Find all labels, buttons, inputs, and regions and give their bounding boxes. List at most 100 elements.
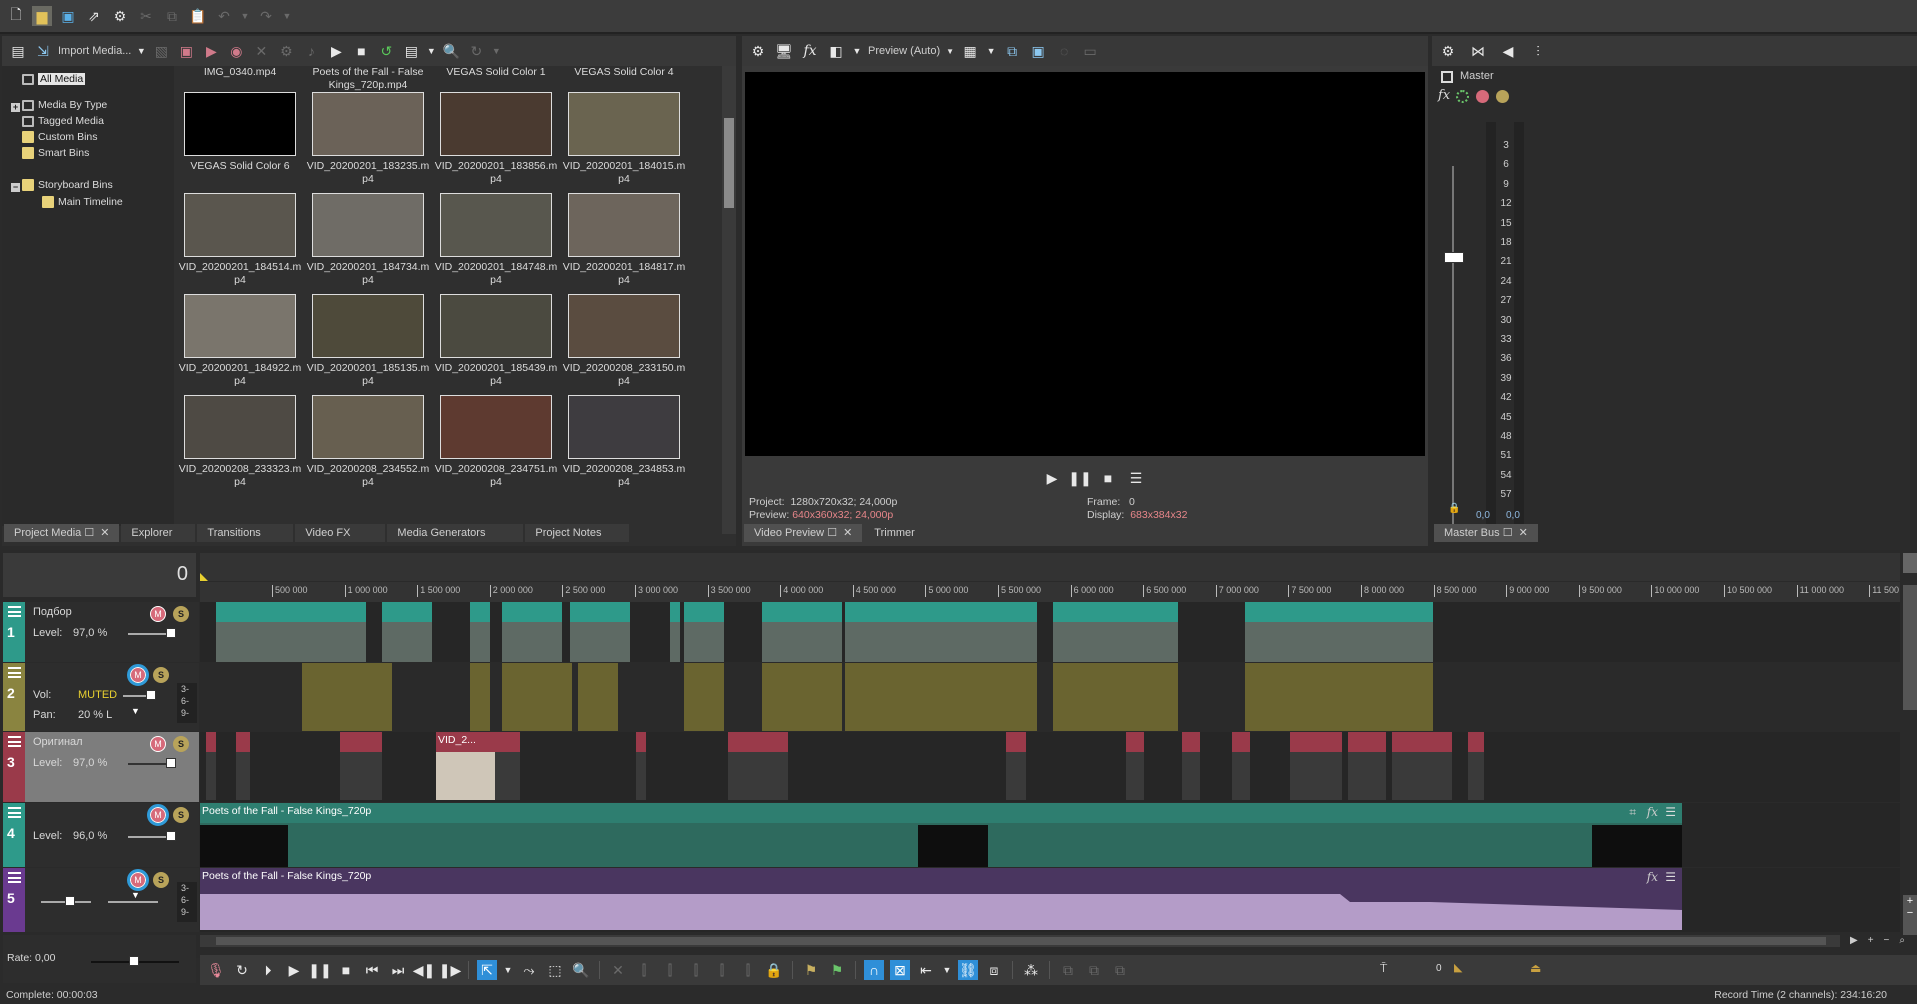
loop-marker-icon[interactable] bbox=[200, 573, 208, 581]
go-to-start-icon[interactable]: ⏮ bbox=[362, 960, 382, 980]
video-event[interactable] bbox=[502, 602, 562, 662]
previous-frame-icon[interactable]: ◀❚ bbox=[413, 960, 436, 980]
mute-icon[interactable]: M bbox=[150, 606, 166, 622]
delete-icon[interactable]: ✕ bbox=[608, 960, 628, 980]
track-header-2[interactable]: 2 M S Vol: MUTED Pan: 20 % L ▼ 3- 6- 9- bbox=[3, 663, 199, 731]
track-lane-3[interactable]: VID_2... bbox=[200, 732, 1900, 802]
group-icon[interactable]: ⁂ bbox=[1021, 960, 1041, 980]
dim-output-icon[interactable]: ◀ bbox=[1498, 41, 1518, 61]
pause-icon[interactable]: ❚❚ bbox=[308, 960, 331, 980]
timeline-hscroll[interactable] bbox=[200, 935, 1840, 947]
media-fx-icon[interactable]: ⚙ bbox=[276, 41, 296, 61]
track-name[interactable]: Оригинал bbox=[33, 736, 83, 748]
track-menu-icon[interactable] bbox=[8, 606, 21, 617]
audio-event[interactable] bbox=[684, 663, 724, 731]
media-item-label[interactable]: VID_20200208_234751.mp4 bbox=[432, 463, 560, 489]
get-media-icon[interactable]: ▣ bbox=[176, 41, 196, 61]
copy-snapshot-icon[interactable]: ⧉ bbox=[1002, 41, 1022, 61]
new-file-icon[interactable]: 🗋 bbox=[6, 6, 26, 26]
audio-event[interactable] bbox=[1053, 663, 1178, 731]
video-event[interactable] bbox=[670, 602, 680, 662]
horizontal-zoom[interactable]: ▶ + − ⌕ bbox=[1850, 935, 1917, 947]
media-thumbnail[interactable] bbox=[312, 193, 424, 257]
media-thumbnail[interactable] bbox=[312, 92, 424, 156]
pause-icon[interactable]: ❚❚ bbox=[1068, 468, 1091, 488]
play-icon[interactable]: ▶ bbox=[284, 960, 304, 980]
clip-menu-icon[interactable]: ☰ bbox=[1665, 870, 1676, 884]
play-from-start-icon[interactable]: ⏵ bbox=[258, 960, 278, 980]
media-grid-scrollbar[interactable] bbox=[722, 66, 736, 534]
auto-preview-icon[interactable]: ♪ bbox=[301, 41, 321, 61]
cut-icon[interactable]: ✂ bbox=[136, 6, 156, 26]
video-event[interactable] bbox=[570, 602, 630, 662]
loop-start-icon[interactable]: ◣ bbox=[1454, 961, 1462, 974]
play-icon[interactable]: ▶ bbox=[1042, 468, 1062, 488]
video-event[interactable] bbox=[684, 602, 724, 662]
video-preview-screen[interactable] bbox=[745, 72, 1425, 456]
video-event[interactable] bbox=[762, 602, 842, 662]
insert-region-icon[interactable]: ⚑ bbox=[827, 960, 847, 980]
tree-item-storyboard-bins[interactable]: Storyboard Bins bbox=[22, 177, 113, 193]
media-item-label[interactable]: VID_20200201_184817.mp4 bbox=[560, 261, 688, 287]
solo-icon[interactable]: S bbox=[153, 667, 169, 683]
video-event[interactable] bbox=[216, 602, 366, 662]
tree-item-all-media[interactable]: All Media bbox=[22, 71, 86, 87]
tree-item-tagged-media[interactable]: Tagged Media bbox=[22, 113, 104, 129]
record-icon[interactable]: 🎙 bbox=[206, 960, 226, 980]
redo-icon[interactable]: ↷ bbox=[256, 6, 276, 26]
edit-tool-dropdown-icon[interactable]: ▼ bbox=[503, 960, 513, 980]
rate-slider-knob[interactable] bbox=[129, 956, 139, 966]
mixer-icon[interactable]: ⫶ bbox=[1528, 41, 1548, 61]
auto-crossfade-icon[interactable]: ⊠ bbox=[890, 960, 910, 980]
media-item-label[interactable]: VID_20200201_185439.mp4 bbox=[432, 362, 560, 388]
video-event[interactable] bbox=[1468, 732, 1484, 800]
media-item-label[interactable]: VID_20200201_185135.mp4 bbox=[304, 362, 432, 388]
loop-end-icon[interactable]: ⏏ bbox=[1530, 961, 1541, 975]
media-item-label[interactable]: VEGAS Solid Color 6 bbox=[176, 160, 304, 173]
lock-icon[interactable]: 🔒 bbox=[1448, 503, 1460, 514]
capture-video-icon[interactable]: ▶ bbox=[201, 41, 221, 61]
video-event[interactable] bbox=[1392, 732, 1452, 800]
track-menu-icon[interactable] bbox=[8, 667, 21, 678]
media-item-label[interactable]: VID_20200201_184922.mp4 bbox=[176, 362, 304, 388]
tab-video-preview[interactable]: Video Preview ☐ ✕ bbox=[744, 524, 863, 542]
multicam-icon[interactable]: ⧉ bbox=[1058, 960, 1078, 980]
media-thumbnail[interactable] bbox=[184, 395, 296, 459]
tab-transitions[interactable]: Transitions bbox=[197, 524, 294, 542]
media-thumbnail[interactable] bbox=[568, 193, 680, 257]
media-item-label[interactable]: VID_20200208_234552.mp4 bbox=[304, 463, 432, 489]
go-to-end-icon[interactable]: ⏭ bbox=[388, 960, 408, 980]
fade-icon[interactable]: ⧉ bbox=[1110, 960, 1130, 980]
media-thumbnail[interactable] bbox=[440, 193, 552, 257]
video-event[interactable] bbox=[636, 732, 646, 800]
stop-icon[interactable]: ■ bbox=[1098, 468, 1118, 488]
media-properties-icon[interactable]: ▤ bbox=[8, 41, 28, 61]
save-as-icon[interactable]: ⇗ bbox=[84, 6, 104, 26]
solo-icon[interactable] bbox=[1496, 90, 1509, 103]
media-thumbnail[interactable] bbox=[184, 294, 296, 358]
close-icon[interactable]: ✕ bbox=[843, 527, 852, 539]
media-thumbnail[interactable] bbox=[568, 294, 680, 358]
next-frame-icon[interactable]: ❚▶ bbox=[439, 960, 462, 980]
media-thumbnail[interactable] bbox=[440, 294, 552, 358]
master-fader-track[interactable] bbox=[1452, 166, 1454, 526]
level-slider-knob[interactable] bbox=[166, 628, 176, 638]
play-icon[interactable]: ▶ bbox=[326, 41, 346, 61]
tree-item-media-by-type[interactable]: Media By Type bbox=[22, 97, 107, 113]
slip-icon[interactable]: ⫿ bbox=[738, 960, 758, 980]
mute-icon[interactable]: M bbox=[127, 664, 149, 686]
solo-icon[interactable]: S bbox=[173, 807, 189, 823]
track-lane-2[interactable] bbox=[200, 663, 1900, 731]
undo-dropdown-icon[interactable]: ▼ bbox=[240, 6, 250, 26]
media-item-label[interactable]: VEGAS Solid Color 1 bbox=[432, 66, 560, 79]
audio-event[interactable] bbox=[845, 663, 1037, 731]
stop-icon[interactable]: ■ bbox=[336, 960, 356, 980]
pan-slider[interactable] bbox=[108, 901, 158, 903]
video-event[interactable] bbox=[1348, 732, 1386, 800]
expand-icon[interactable]: + bbox=[11, 103, 20, 112]
clip-poets-audio[interactable]: Poets of the Fall - False Kings_720p fx … bbox=[200, 868, 1682, 930]
tab-explorer[interactable]: Explorer bbox=[121, 524, 196, 542]
fx-icon[interactable]: fx bbox=[1647, 870, 1658, 884]
track-header-3[interactable]: 3 Оригинал M S Level: 97,0 % bbox=[3, 732, 199, 802]
settings-icon[interactable]: ⚙ bbox=[110, 6, 130, 26]
